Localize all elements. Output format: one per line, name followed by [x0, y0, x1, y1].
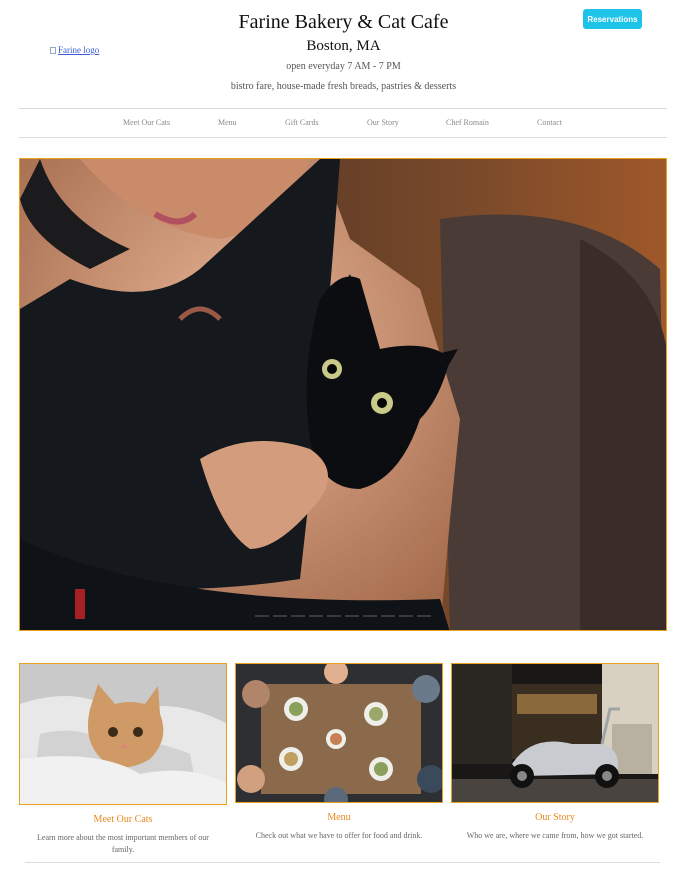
card-description: Check out what we have to offer for food…	[255, 831, 423, 840]
slide-indicator[interactable]	[381, 615, 395, 617]
card-image-dinner-table[interactable]	[235, 663, 443, 803]
card-title[interactable]: Meet Our Cats	[19, 813, 227, 826]
card-image-vintage-scooter[interactable]	[451, 663, 659, 803]
nav-item-gift-cards[interactable]: Gift Cards	[285, 118, 319, 127]
slide-indicator[interactable]	[291, 615, 305, 617]
card-image-cat-in-blanket[interactable]	[19, 663, 227, 805]
site-city: Boston, MA	[306, 38, 381, 54]
cat-in-blanket-illustration	[20, 664, 226, 804]
nav-item-meet-our-cats[interactable]: Meet Our Cats	[123, 118, 170, 127]
card-meet-our-cats[interactable]: Meet Our Cats Learn more about the most …	[19, 663, 227, 856]
slide-indicator[interactable]	[255, 615, 269, 617]
hero-image-woman-with-black-cat	[20, 159, 666, 630]
reservations-button[interactable]: Reservations	[583, 9, 642, 29]
slide-indicator[interactable]	[345, 615, 359, 617]
site-tagline: bistro fare, house-made fresh breads, pa…	[230, 81, 457, 92]
opening-hours: open everyday 7 AM - 7 PM	[286, 61, 401, 72]
card-menu[interactable]: Menu Check out what we have to offer for…	[235, 663, 443, 842]
slide-indicator[interactable]	[273, 615, 287, 617]
card-title[interactable]: Our Story	[451, 811, 659, 824]
card-description: Learn more about the most important memb…	[37, 833, 209, 854]
main-navigation: Meet Our Cats Menu Gift Cards Our Story …	[19, 108, 667, 138]
vintage-scooter-illustration	[452, 664, 658, 802]
dinner-table-illustration	[236, 664, 442, 802]
nav-item-menu[interactable]: Menu	[218, 118, 237, 127]
footer-divider	[25, 862, 660, 863]
nav-item-contact[interactable]: Contact	[537, 118, 562, 127]
slide-indicator[interactable]	[327, 615, 341, 617]
card-description: Who we are, where we came from, how we g…	[466, 831, 644, 840]
hero-slideshow[interactable]	[19, 158, 667, 631]
card-our-story[interactable]: Our Story Who we are, where we came from…	[451, 663, 659, 842]
nav-item-chef-romain[interactable]: Chef Romain	[446, 118, 489, 127]
slide-indicator[interactable]	[417, 615, 431, 617]
slide-indicator[interactable]	[309, 615, 323, 617]
card-title[interactable]: Menu	[235, 811, 443, 824]
slide-indicator[interactable]	[399, 615, 413, 617]
slide-indicator[interactable]	[363, 615, 377, 617]
slideshow-indicators	[255, 615, 431, 617]
nav-item-our-story[interactable]: Our Story	[367, 118, 399, 127]
